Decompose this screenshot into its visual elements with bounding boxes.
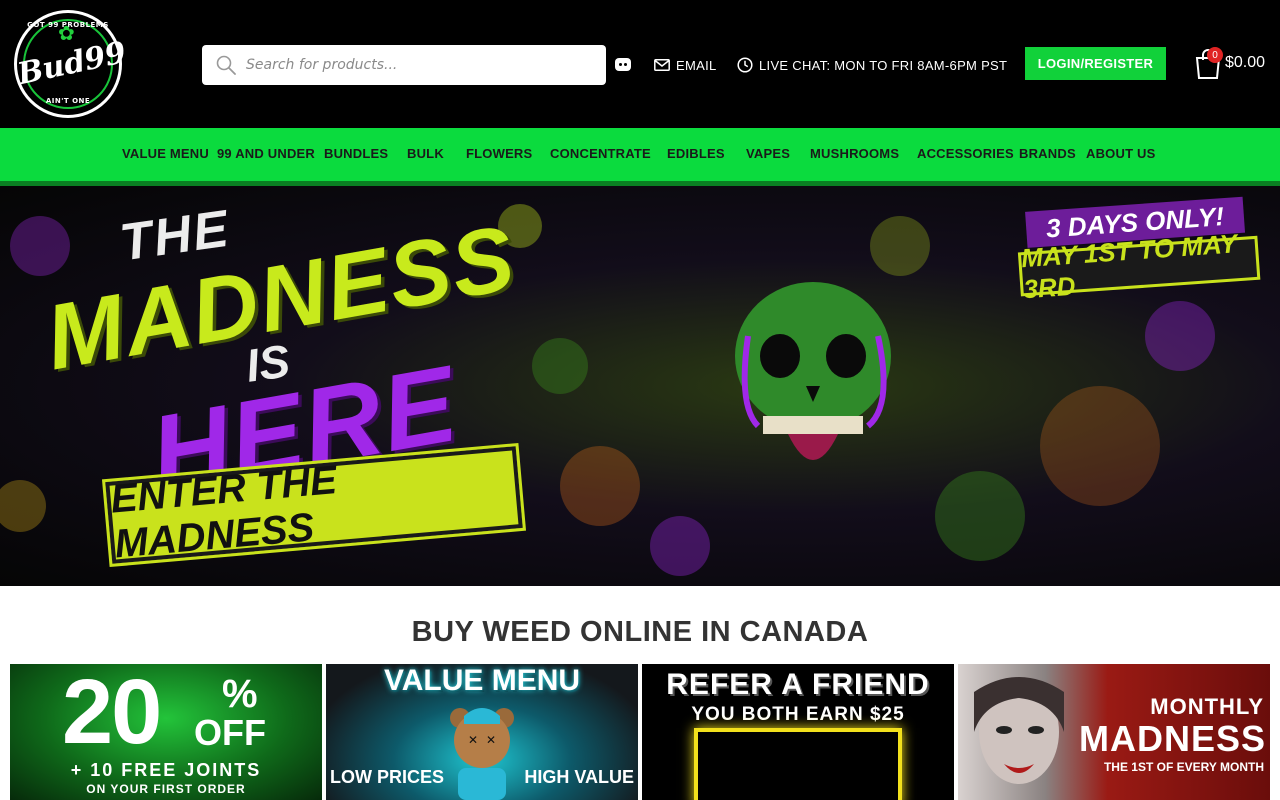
skull-illustration <box>735 282 891 460</box>
discord-icon[interactable] <box>614 56 632 74</box>
neon-frame <box>694 728 902 800</box>
hero-banner[interactable]: THE MADNESS IS HERE ENTER THE MADNESS 3 … <box>0 186 1280 586</box>
live-chat-link[interactable]: LIVE CHAT: MON TO FRI 8AM-6PM PST <box>737 55 1007 75</box>
email-label: EMAIL <box>676 57 717 73</box>
envelope-icon <box>654 59 670 71</box>
nav-item-accessories[interactable]: ACCESSORIES <box>917 146 1014 161</box>
promo2-title: VALUE MENU <box>383 664 581 697</box>
promo-card-monthly-madness[interactable]: MONTHLY MADNESS THE 1ST OF EVERY MONTH <box>958 664 1270 800</box>
search-icon[interactable] <box>216 55 236 75</box>
promo3-title: REFER A FRIEND <box>666 668 930 701</box>
cart-count-badge: 0 <box>1207 47 1223 63</box>
promo-card-value-menu[interactable]: VALUE MENU ✕ ✕ LOW PRICES HIGH VALUE <box>326 664 638 800</box>
bear-mascot-illustration: ✕ ✕ <box>450 708 514 800</box>
promo4-monthly: MONTHLY <box>1150 694 1264 719</box>
promo1-joints: + 10 FREE JOINTS <box>70 760 262 780</box>
promo1-off: OFF <box>194 712 266 753</box>
svg-text:✕: ✕ <box>486 733 496 747</box>
section-title: BUY WEED ONLINE IN CANADA <box>411 616 869 648</box>
email-link[interactable]: EMAIL <box>654 55 717 75</box>
three-days-only-badge: 3 DAYS ONLY! MAY 1ST TO MAY 3RD <box>1015 196 1265 305</box>
promo2-high-value: HIGH VALUE <box>524 767 634 787</box>
nav-item-value-menu[interactable]: VALUE MENU <box>122 146 209 161</box>
logo-bottom-text: AIN'T ONE <box>45 97 91 105</box>
woman-portrait-illustration <box>974 677 1064 784</box>
clock-icon <box>737 57 753 73</box>
promo-card-refer-a-friend[interactable]: REFER A FRIEND YOU BOTH EARN $25 <box>642 664 954 800</box>
promo1-percent-sign: % <box>222 672 258 716</box>
promo1-order: ON YOUR FIRST ORDER <box>86 782 246 796</box>
nav-item-about-us[interactable]: ABOUT US <box>1086 146 1156 161</box>
nav-item-concentrate[interactable]: CONCENTRATE <box>550 146 651 161</box>
nav-item-brands[interactable]: BRANDS <box>1019 146 1076 161</box>
promo4-first-of-month: THE 1ST OF EVERY MONTH <box>1103 760 1264 774</box>
cart-total[interactable]: $0.00 <box>1225 54 1265 72</box>
live-chat-label: LIVE CHAT: MON TO FRI 8AM-6PM PST <box>759 57 1008 73</box>
dates-text: MAY 1ST TO MAY 3RD <box>1017 228 1261 304</box>
nav-item-vapes[interactable]: VAPES <box>746 146 790 161</box>
site-logo[interactable]: GOT 99 PROBLEMS ✿ Bud99 AIN'T ONE <box>14 10 129 118</box>
nav-item-flowers[interactable]: FLOWERS <box>466 146 532 161</box>
cannabis-leaf-icon: ✿ <box>58 21 75 45</box>
promo4-madness: MADNESS <box>1078 718 1266 759</box>
search-bar <box>202 45 606 85</box>
promo-card-first-order[interactable]: 20 % OFF + 10 FREE JOINTS ON YOUR FIRST … <box>10 664 322 800</box>
promo1-percent: 20 <box>62 664 162 763</box>
nav-item-bundles[interactable]: BUNDLES <box>324 146 388 161</box>
nav-item-edibles[interactable]: EDIBLES <box>667 146 725 161</box>
login-register-button[interactable]: LOGIN/REGISTER <box>1025 47 1166 80</box>
svg-text:✕: ✕ <box>468 733 478 747</box>
nav-item-mushrooms[interactable]: MUSHROOMS <box>810 146 899 161</box>
promo2-low-prices: LOW PRICES <box>330 767 445 787</box>
nav-item-bulk[interactable]: BULK <box>407 146 444 161</box>
promo3-subtitle: YOU BOTH EARN $25 <box>691 704 905 725</box>
nav-item-99-and-under[interactable]: 99 AND UNDER <box>217 146 315 161</box>
search-input[interactable] <box>246 57 586 73</box>
